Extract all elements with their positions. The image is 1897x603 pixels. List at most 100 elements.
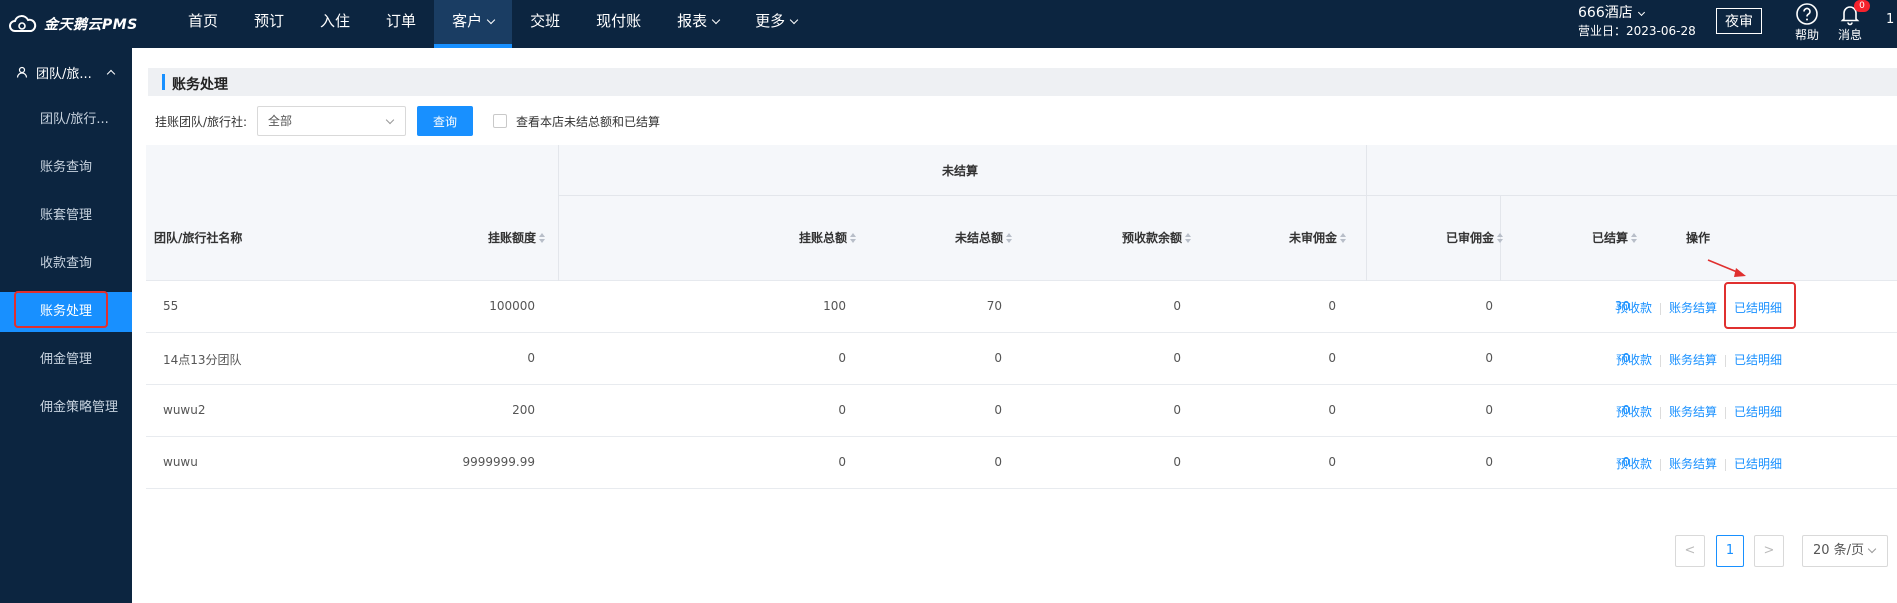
nav-customers[interactable]: 客户 — [434, 0, 513, 48]
section-header: 账务处理 — [148, 68, 1897, 96]
help-button[interactable]: 帮助 — [1787, 2, 1827, 43]
chevron-down-icon — [789, 15, 799, 25]
next-page-button[interactable]: > — [1754, 535, 1784, 567]
nav-shift[interactable]: 交班 — [512, 0, 578, 48]
main-nav: 首页 预订 入住 订单 客户 交班 现付账 报表 更多 — [170, 0, 815, 48]
th-group-unsettled: 未结算 — [942, 164, 979, 178]
page-1-button[interactable]: 1 — [1716, 535, 1744, 567]
sidebar-item-commission-strategy[interactable]: 佣金策略管理 — [0, 388, 132, 428]
sidebar-item-payment-query[interactable]: 收款查询 — [0, 244, 132, 284]
settle-link[interactable]: 账务结算 — [1669, 301, 1717, 315]
cell-prepay-balance: 0 — [1173, 351, 1181, 365]
title-accent-bar — [162, 74, 165, 90]
divider — [1660, 406, 1662, 419]
user-indicator[interactable]: 1 — [1886, 12, 1894, 27]
sidebar-item-account-query[interactable]: 账务查询 — [0, 148, 132, 188]
highlight-box-detail — [1724, 282, 1796, 329]
th-audited-commission[interactable]: 已审佣金 — [1446, 229, 1504, 246]
team-select[interactable]: 全部 — [257, 106, 406, 136]
cell-unsettled: 0 — [994, 351, 1002, 365]
settled-detail-link[interactable]: 已结明细 — [1734, 457, 1782, 471]
cell-prepay-balance: 0 — [1173, 299, 1181, 313]
th-settled[interactable]: 已结算 — [1592, 229, 1638, 246]
cell-total: 100 — [823, 299, 846, 313]
th-label: 挂账总额 — [798, 231, 847, 245]
cloud-logo-icon — [9, 15, 37, 32]
messages-button[interactable]: 0 消息 — [1830, 0, 1870, 43]
nav-reservation[interactable]: 预订 — [236, 0, 302, 48]
th-label: 未审佣金 — [1288, 231, 1337, 245]
th-ops: 操作 — [1686, 231, 1711, 245]
sidebar-item-label: 账务查询 — [40, 160, 93, 175]
th-total[interactable]: 挂账总额 — [799, 229, 857, 246]
sidebar-item-label: 账套管理 — [40, 208, 93, 223]
nav-reports[interactable]: 报表 — [659, 0, 737, 48]
nav-orders[interactable]: 订单 — [368, 0, 434, 48]
divider — [1660, 458, 1662, 471]
settled-detail-link[interactable]: 已结明细 — [1734, 353, 1782, 367]
annotation-arrow-icon — [1707, 259, 1746, 277]
sidebar-item-commission[interactable]: 佣金管理 — [0, 340, 132, 380]
prepay-link[interactable]: 预收款 — [1616, 301, 1652, 315]
page-title: 账务处理 — [172, 77, 228, 93]
settle-link[interactable]: 账务结算 — [1669, 457, 1717, 471]
cell-total: 0 — [838, 351, 846, 365]
sidebar-item-label: 佣金策略管理 — [40, 400, 119, 415]
nav-more[interactable]: 更多 — [737, 0, 815, 48]
nav-home[interactable]: 首页 — [170, 0, 236, 48]
sidebar-item-team-agency[interactable]: 团队/旅行... — [0, 100, 132, 140]
divider — [1725, 458, 1727, 471]
divider — [1725, 354, 1727, 367]
hotel-switcher[interactable]: 666酒店 营业日：2023-06-28 — [1578, 4, 1696, 40]
th-name: 团队/旅行社名称 — [154, 231, 243, 245]
prepay-link[interactable]: 预收款 — [1616, 457, 1652, 471]
th-label: 预收款余额 — [1121, 231, 1182, 245]
settled-detail-link[interactable]: 已结明细 — [1734, 405, 1782, 419]
show-totals-label: 查看本店未结总额和已结算 — [516, 115, 661, 129]
page-size-select[interactable]: 20 条/页 — [1802, 535, 1888, 567]
settle-link[interactable]: 账务结算 — [1669, 353, 1717, 367]
nav-label: 更多 — [755, 12, 786, 30]
sidebar-group-team[interactable]: 团队/旅... — [0, 48, 132, 96]
show-totals-checkbox[interactable] — [493, 114, 507, 128]
prepay-link[interactable]: 预收款 — [1616, 405, 1652, 419]
help-label: 帮助 — [1794, 28, 1819, 42]
sort-icon — [1185, 233, 1192, 244]
nav-label: 入住 — [320, 12, 351, 30]
prev-page-button[interactable]: < — [1675, 535, 1705, 567]
th-credit-limit[interactable]: 挂账额度 — [488, 229, 546, 246]
help-icon — [1796, 3, 1818, 25]
chevron-up-icon — [106, 69, 116, 78]
logo[interactable]: 金天鹅云PMS — [8, 10, 138, 38]
user-icon — [16, 66, 28, 78]
col-divider — [1366, 145, 1367, 281]
top-navbar: 金天鹅云PMS 首页 预订 入住 订单 客户 交班 现付账 报表 更多 666酒… — [0, 0, 1897, 48]
th-prepay-balance[interactable]: 预收款余额 — [1122, 229, 1192, 246]
table-header: 未结算 团队/旅行社名称 挂账额度 挂账总额 未结总额 预收款余额 未审佣金 已… — [146, 145, 1897, 281]
nav-checkin[interactable]: 入住 — [302, 0, 368, 48]
th-unaudited-commission[interactable]: 未审佣金 — [1289, 229, 1347, 246]
th-label: 已审佣金 — [1445, 231, 1494, 245]
night-audit-button[interactable]: 夜审 — [1716, 8, 1762, 34]
settle-link[interactable]: 账务结算 — [1669, 405, 1717, 419]
col-divider — [558, 145, 559, 281]
sidebar-item-account-set[interactable]: 账套管理 — [0, 196, 132, 236]
cell-unsettled: 0 — [994, 403, 1002, 417]
logo-text: 金天鹅云PMS — [44, 17, 138, 33]
cell-audited-commission: 0 — [1485, 351, 1493, 365]
filter-label: 挂账团队/旅行社: — [155, 115, 248, 129]
query-button[interactable]: 查询 — [417, 106, 473, 136]
hotel-name: 666酒店 — [1578, 5, 1633, 21]
cell-credit-limit: 9999999.99 — [462, 455, 535, 469]
sidebar-item-label: 佣金管理 — [40, 352, 93, 367]
messages-label: 消息 — [1837, 28, 1862, 42]
cell-total: 0 — [838, 403, 846, 417]
cell-name: 14点13分团队 — [163, 353, 242, 367]
cell-credit-limit: 200 — [512, 403, 535, 417]
nav-cash-account[interactable]: 现付账 — [578, 0, 659, 48]
nav-label: 客户 — [452, 12, 483, 30]
prepay-link[interactable]: 预收款 — [1616, 353, 1652, 367]
cell-unaudited-commission: 0 — [1328, 403, 1336, 417]
th-unsettled[interactable]: 未结总额 — [955, 229, 1013, 246]
chevron-down-icon — [385, 115, 395, 125]
